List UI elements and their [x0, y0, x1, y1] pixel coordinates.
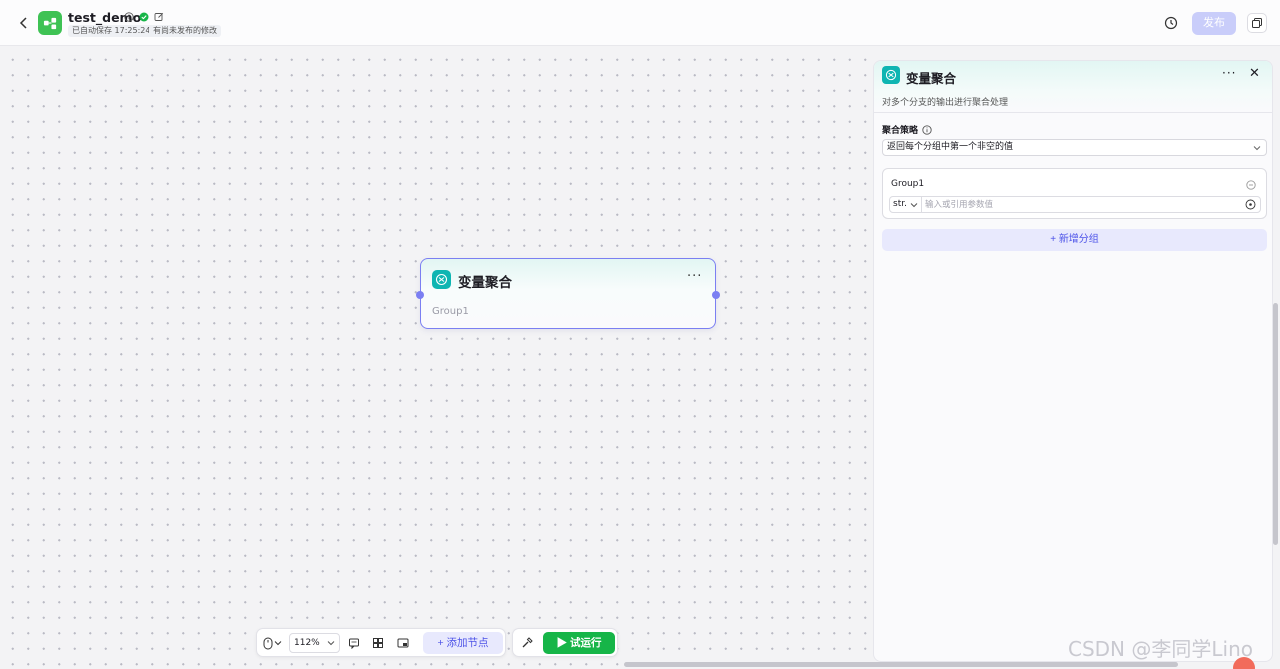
output-port[interactable] — [712, 291, 720, 299]
strategy-label: 聚合策略 — [882, 126, 919, 136]
published-check-icon — [138, 11, 149, 22]
mouse-icon — [263, 637, 273, 649]
minimap-icon[interactable] — [396, 636, 410, 650]
auto-layout-icon[interactable] — [371, 636, 385, 650]
aggregate-icon — [882, 66, 900, 84]
add-node-label: 添加节点 — [446, 637, 489, 649]
panel-title: 变量聚合 — [906, 71, 957, 86]
comment-icon[interactable] — [347, 636, 361, 650]
vertical-scrollbar[interactable] — [1273, 303, 1278, 545]
history-icon[interactable] — [1162, 14, 1180, 32]
node-more-icon[interactable]: ··· — [687, 269, 702, 284]
add-group-button[interactable]: + 新增分组 — [882, 229, 1267, 251]
reference-variable-icon[interactable] — [1245, 199, 1256, 210]
autosave-badge: 已自动保存 17:25:24 — [68, 25, 155, 37]
panel-more-icon[interactable]: ··· — [1222, 66, 1236, 80]
add-group-label: 新增分组 — [1058, 234, 1099, 245]
chevron-down-icon — [274, 641, 282, 646]
back-icon[interactable] — [16, 14, 32, 32]
horizontal-scrollbar[interactable] — [624, 662, 1178, 667]
debug-tool-icon[interactable] — [521, 636, 535, 650]
node-group-label: Group1 — [432, 306, 469, 317]
app-logo-icon — [38, 11, 62, 35]
panel-header: 变量聚合 ··· ✕ 对多个分支的输出进行聚合处理 — [874, 61, 1272, 113]
aggregate-icon — [432, 270, 451, 289]
close-icon[interactable]: ✕ — [1249, 66, 1260, 81]
duplicate-icon[interactable] — [1247, 13, 1267, 33]
plus-icon: + — [1050, 234, 1059, 245]
chevron-down-icon — [327, 634, 335, 654]
group-name: Group1 — [891, 179, 925, 189]
group-variable-row: str. — [889, 196, 1261, 213]
type-value: str. — [893, 199, 907, 209]
group-card: Group1 str. — [882, 168, 1267, 219]
interaction-mode-select[interactable] — [263, 636, 283, 650]
zoom-select[interactable]: 112% — [289, 633, 340, 653]
remove-group-icon[interactable] — [1246, 179, 1256, 190]
zoom-value: 112% — [294, 638, 320, 648]
variable-aggregate-node[interactable]: 变量聚合 ··· Group1 — [416, 258, 720, 329]
info-icon[interactable] — [123, 11, 134, 22]
publish-button[interactable]: 发布 — [1192, 12, 1236, 35]
run-toolbar: ▶ 试运行 — [512, 628, 618, 657]
add-node-button[interactable]: + 添加节点 — [423, 632, 503, 654]
variable-input[interactable] — [925, 197, 1235, 212]
chevron-down-icon — [1253, 140, 1261, 157]
test-run-button[interactable]: ▶ 试运行 — [543, 632, 615, 654]
strategy-value: 返回每个分组中第一个非空的值 — [887, 142, 1014, 152]
type-select[interactable]: str. — [890, 197, 922, 212]
top-bar: test_demo 已自动保存 17:25:24 有尚未发布的修改 发布 — [0, 0, 1280, 46]
watermark: CSDN @李同学Lino — [1068, 637, 1253, 661]
strategy-select[interactable]: 返回每个分组中第一个非空的值 — [882, 139, 1267, 156]
unpublished-badge: 有尚未发布的修改 — [149, 25, 221, 37]
chevron-down-icon — [910, 203, 918, 208]
panel-description: 对多个分支的输出进行聚合处理 — [882, 98, 1009, 108]
canvas-toolbar: 112% + 添加节点 — [256, 628, 506, 657]
edit-icon[interactable] — [153, 11, 164, 22]
info-icon[interactable] — [922, 124, 932, 135]
node-title: 变量聚合 — [458, 275, 512, 291]
play-icon: ▶ — [556, 637, 570, 649]
node-settings-panel: 变量聚合 ··· ✕ 对多个分支的输出进行聚合处理 聚合策略 返回每个分组中第一… — [873, 60, 1273, 662]
plus-icon: + — [437, 637, 447, 649]
workflow-canvas[interactable] — [0, 47, 872, 669]
test-run-label: 试运行 — [569, 637, 602, 649]
input-port[interactable] — [416, 291, 424, 299]
strategy-label-row: 聚合策略 — [882, 123, 932, 136]
